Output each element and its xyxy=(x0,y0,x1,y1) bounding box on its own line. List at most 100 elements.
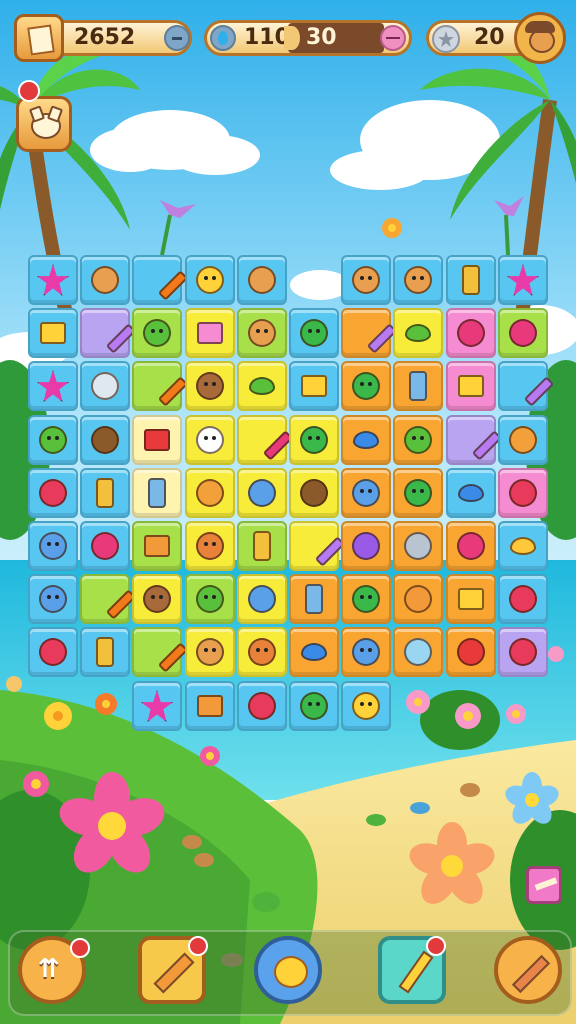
tile-jar[interactable] xyxy=(446,255,496,305)
tile-smile[interactable] xyxy=(132,308,182,358)
tile-ant[interactable] xyxy=(237,627,287,677)
tile-blob[interactable] xyxy=(341,361,391,411)
health-icon[interactable] xyxy=(380,25,406,51)
tile-sun[interactable] xyxy=(393,574,443,624)
side-arrow-button[interactable] xyxy=(526,866,562,904)
tile-drop[interactable] xyxy=(289,627,339,677)
tile-blob[interactable] xyxy=(289,415,339,465)
tile-chick[interactable] xyxy=(185,255,235,305)
tile-ghost[interactable] xyxy=(185,415,235,465)
tile-bear[interactable] xyxy=(185,361,235,411)
tile-bottle[interactable] xyxy=(132,468,182,518)
tile-blob[interactable] xyxy=(393,468,443,518)
tile-berry[interactable] xyxy=(498,627,548,677)
tile-flower[interactable] xyxy=(498,415,548,465)
arrows-up-icon: ⇈ xyxy=(38,954,60,984)
tile-pencil[interactable] xyxy=(446,415,503,465)
tile-star[interactable] xyxy=(28,361,78,411)
tile-blob[interactable] xyxy=(341,574,391,624)
tile-box[interactable] xyxy=(185,681,235,731)
tile-face[interactable] xyxy=(237,308,287,358)
tile-bottle[interactable] xyxy=(393,361,443,411)
tile-gift[interactable] xyxy=(132,415,182,465)
tile-bird[interactable] xyxy=(28,415,78,465)
tile-box[interactable] xyxy=(132,521,182,571)
tile-eraser[interactable] xyxy=(185,308,235,358)
cup-icon xyxy=(404,638,432,666)
tile-star[interactable] xyxy=(132,681,182,731)
tile-berry[interactable] xyxy=(28,627,78,677)
tile-blob[interactable] xyxy=(289,681,339,731)
tile-cat[interactable] xyxy=(341,468,391,518)
tile-jar[interactable] xyxy=(237,521,287,571)
map-icon[interactable] xyxy=(14,14,64,62)
boot-icon xyxy=(91,372,119,400)
tile-carrot[interactable] xyxy=(132,361,189,411)
tile-cheese[interactable] xyxy=(446,361,496,411)
tile-pencil[interactable] xyxy=(80,308,137,358)
tile-flower[interactable] xyxy=(185,468,235,518)
tile-bottle[interactable] xyxy=(289,574,339,624)
tile-cup[interactable] xyxy=(393,627,443,677)
tile-berry[interactable] xyxy=(498,574,548,624)
tile-face[interactable] xyxy=(393,255,443,305)
pencil-icon xyxy=(153,952,195,994)
tile-leaf[interactable] xyxy=(237,361,287,411)
tile-bread[interactable] xyxy=(237,255,287,305)
tile-cat[interactable] xyxy=(341,627,391,677)
tile-rocket[interactable] xyxy=(237,574,287,624)
tile-pencil[interactable] xyxy=(498,361,555,411)
tile-carrot[interactable] xyxy=(80,574,137,624)
tile-ant[interactable] xyxy=(185,521,235,571)
tile-berry[interactable] xyxy=(237,681,287,731)
tile-lemon[interactable] xyxy=(498,521,548,571)
pet-button[interactable] xyxy=(16,96,72,152)
tile-cheese[interactable] xyxy=(446,574,496,624)
tile-boot[interactable] xyxy=(80,361,130,411)
tile-face[interactable] xyxy=(341,255,391,305)
tile-jar[interactable] xyxy=(80,468,130,518)
tile-coco[interactable] xyxy=(289,468,339,518)
drop-icon xyxy=(353,431,379,449)
tile-candy[interactable] xyxy=(237,415,294,465)
tile-ball[interactable] xyxy=(341,521,391,571)
tile-chick[interactable] xyxy=(341,681,391,731)
tile-star[interactable] xyxy=(28,255,78,305)
tile-bear[interactable] xyxy=(132,574,182,624)
tile-blob[interactable] xyxy=(289,308,339,358)
tile-berry[interactable] xyxy=(28,468,78,518)
tile-star[interactable] xyxy=(498,255,548,305)
tile-drop[interactable] xyxy=(446,468,496,518)
tile-drop[interactable] xyxy=(341,415,391,465)
cat-icon xyxy=(39,532,67,560)
tile-leaf[interactable] xyxy=(393,308,443,358)
tile-apple[interactable] xyxy=(498,308,548,358)
tile-rocket[interactable] xyxy=(237,468,287,518)
tile-pencil[interactable] xyxy=(341,308,398,358)
notification-dot xyxy=(18,80,40,102)
tile-robot[interactable] xyxy=(446,627,496,677)
profile-avatar[interactable] xyxy=(514,12,566,64)
chick-icon xyxy=(274,956,308,988)
tile-berry[interactable] xyxy=(498,468,548,518)
hint-button[interactable] xyxy=(254,936,322,1004)
tile-face[interactable] xyxy=(185,627,235,677)
tile-fish[interactable] xyxy=(393,521,443,571)
tile-cheese[interactable] xyxy=(289,361,339,411)
tile-pencil[interactable] xyxy=(289,521,346,571)
tile-apple[interactable] xyxy=(446,308,496,358)
tile-bird[interactable] xyxy=(393,415,443,465)
pick-button[interactable] xyxy=(494,936,562,1004)
tile-cat[interactable] xyxy=(28,574,78,624)
tile-smile[interactable] xyxy=(185,574,235,624)
add-coins-button[interactable] xyxy=(164,25,190,51)
tile-cheese[interactable] xyxy=(28,308,78,358)
tile-apple[interactable] xyxy=(80,521,130,571)
tile-bread[interactable] xyxy=(80,255,130,305)
tile-apple[interactable] xyxy=(446,521,496,571)
tile-carrot[interactable] xyxy=(132,255,189,305)
tile-coco[interactable] xyxy=(80,415,130,465)
tile-cat[interactable] xyxy=(28,521,78,571)
tile-carrot[interactable] xyxy=(132,627,189,677)
tile-jar[interactable] xyxy=(80,627,130,677)
